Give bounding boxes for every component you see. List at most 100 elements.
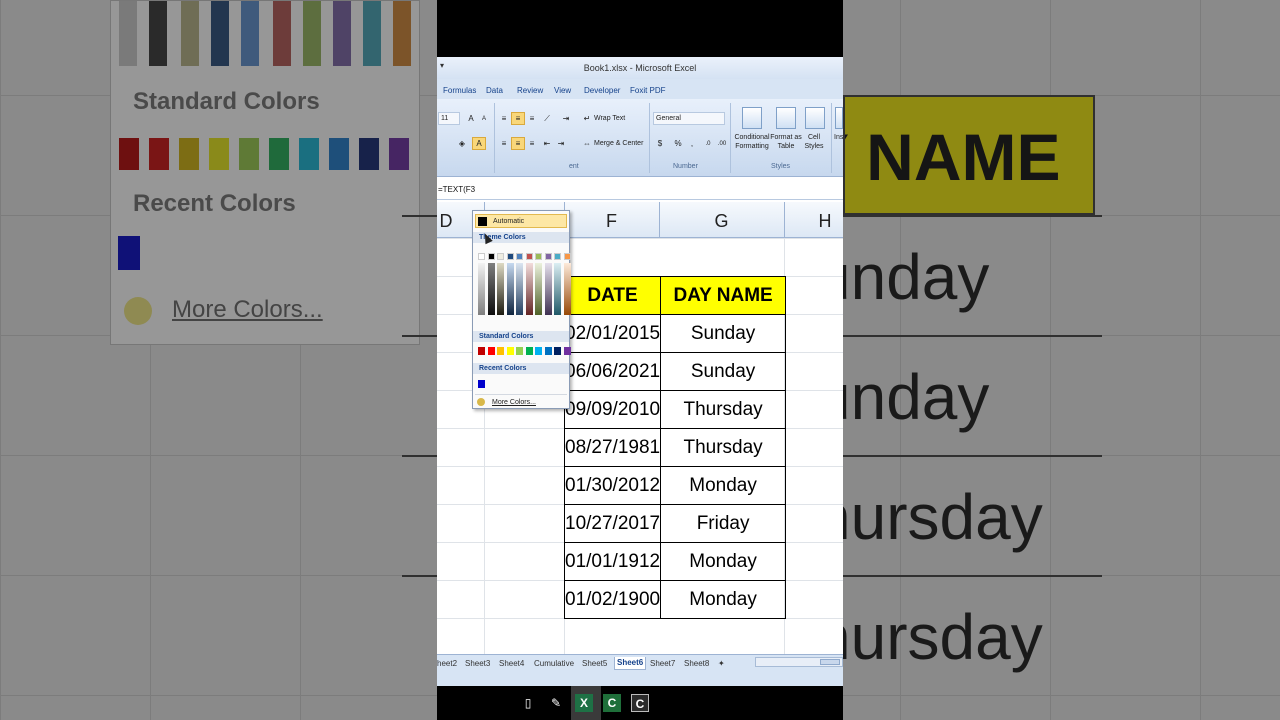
pen-tool-icon[interactable]: ✎	[547, 694, 565, 712]
theme-shade-swatch[interactable]	[563, 263, 571, 315]
day-cell[interactable]: Sunday	[660, 352, 787, 391]
insert-button[interactable]: Ins	[834, 133, 843, 142]
shrink-font-icon[interactable]: A	[477, 112, 491, 125]
font-size-select[interactable]: 11	[438, 112, 460, 125]
theme-swatch[interactable]	[487, 253, 495, 260]
wrap-text-icon[interactable]: ↵	[580, 112, 594, 125]
tab-foxit-pdf[interactable]: Foxit PDF	[630, 86, 666, 95]
orientation-icon[interactable]: ⟋	[540, 112, 554, 125]
align-top-icon[interactable]: ≡	[497, 112, 511, 125]
theme-swatch[interactable]	[535, 253, 542, 260]
date-cell[interactable]: 10/27/2017	[563, 504, 662, 543]
standard-swatch[interactable]	[525, 347, 533, 355]
standard-swatch[interactable]	[563, 347, 571, 355]
formula-bar[interactable]: =TEXT(F3	[437, 178, 843, 200]
standard-swatch[interactable]	[478, 347, 485, 355]
sheet-tab-active[interactable]: Sheet6	[614, 657, 647, 670]
day-cell[interactable]: Monday	[660, 466, 787, 505]
align-bottom-icon[interactable]: ≡	[525, 112, 539, 125]
day-cell[interactable]: Thursday	[660, 428, 787, 467]
percent-button[interactable]: %	[671, 137, 685, 150]
sheet-tab[interactable]: Sheet5	[582, 659, 607, 668]
theme-shade-swatch[interactable]	[535, 263, 542, 315]
scroll-thumb[interactable]	[820, 659, 840, 665]
day-cell[interactable]: Sunday	[660, 314, 787, 353]
format-as-table-icon[interactable]	[776, 107, 796, 129]
increase-indent-icon[interactable]: ⇥	[554, 137, 568, 150]
day-cell[interactable]: Thursday	[660, 390, 787, 429]
standard-swatch[interactable]	[506, 347, 514, 355]
merge-center-button[interactable]: Merge & Center	[594, 140, 643, 147]
more-colors-option[interactable]: More Colors...	[475, 394, 567, 407]
decrease-indent-icon[interactable]: ⇤	[540, 137, 554, 150]
day-cell[interactable]: Friday	[660, 504, 787, 543]
date-cell[interactable]: 09/09/2010	[563, 390, 662, 429]
date-cell[interactable]: 01/01/1912	[563, 542, 662, 581]
number-format-select[interactable]: General	[653, 112, 725, 125]
standard-swatch[interactable]	[497, 347, 504, 355]
standard-swatch[interactable]	[544, 347, 552, 355]
conditional-formatting-button[interactable]: Conditional Formatting	[730, 133, 774, 151]
cell-styles-icon[interactable]	[805, 107, 825, 129]
decrease-decimal-icon[interactable]: .00	[715, 137, 729, 150]
insert-icon[interactable]	[835, 107, 843, 129]
wrap-text-button[interactable]: Wrap Text	[594, 115, 625, 122]
tab-review[interactable]: Review	[517, 86, 543, 95]
date-cell[interactable]: 02/01/2015	[563, 314, 662, 353]
column-header-g[interactable]: G	[659, 211, 784, 232]
cell-styles-button[interactable]: Cell Styles	[799, 133, 829, 151]
theme-swatch[interactable]	[563, 253, 571, 260]
camtasia-taskbar-icon[interactable]: C	[603, 694, 621, 712]
font-color-icon[interactable]: A	[472, 137, 486, 150]
grow-font-icon[interactable]: A	[464, 112, 478, 125]
date-cell[interactable]: 01/30/2012	[563, 466, 662, 505]
fill-color-icon[interactable]: ◈	[455, 137, 469, 150]
header-date[interactable]: DATE	[563, 276, 662, 315]
standard-swatch[interactable]	[487, 347, 495, 355]
align-left-icon[interactable]: ≡	[497, 137, 511, 150]
comma-button[interactable]: ,	[685, 137, 699, 150]
conditional-formatting-icon[interactable]	[742, 107, 762, 129]
date-cell[interactable]: 06/06/2021	[563, 352, 662, 391]
align-middle-icon[interactable]: ≡	[511, 112, 525, 125]
theme-shade-swatch[interactable]	[554, 263, 561, 315]
excel-taskbar-icon[interactable]: X	[575, 694, 593, 712]
column-header-f[interactable]: F	[564, 211, 659, 232]
header-day-name[interactable]: DAY NAME	[660, 276, 787, 315]
standard-swatch[interactable]	[554, 347, 561, 355]
tab-view[interactable]: View	[554, 86, 571, 95]
column-header-d[interactable]: D	[439, 211, 453, 232]
tab-data[interactable]: Data	[486, 86, 503, 95]
theme-swatch[interactable]	[554, 253, 561, 260]
format-as-table-button[interactable]: Format as Table	[769, 133, 803, 151]
date-cell[interactable]: 08/27/1981	[563, 428, 662, 467]
theme-swatch[interactable]	[525, 253, 533, 260]
theme-shade-swatch[interactable]	[544, 263, 552, 315]
theme-shade-swatch[interactable]	[506, 263, 514, 315]
align-right-icon[interactable]: ≡	[525, 137, 539, 150]
sheet-tab[interactable]: Sheet7	[650, 659, 675, 668]
camtasia-recorder-icon[interactable]: C	[631, 694, 649, 712]
standard-swatch[interactable]	[516, 347, 523, 355]
merge-center-icon[interactable]: ⇔	[580, 137, 594, 150]
theme-swatch[interactable]	[516, 253, 523, 260]
standard-swatch[interactable]	[535, 347, 542, 355]
sheet-tab[interactable]: Sheet8	[684, 659, 709, 668]
day-cell[interactable]: Monday	[660, 580, 787, 619]
theme-shade-swatch[interactable]	[497, 263, 504, 315]
task-view-icon[interactable]: ▯	[519, 694, 537, 712]
sheet-tab[interactable]: Sheet4	[499, 659, 524, 668]
date-cell[interactable]: 01/02/1900	[563, 580, 662, 619]
indent-icon[interactable]: ⇥	[559, 112, 573, 125]
automatic-color-option[interactable]: Automatic	[475, 214, 567, 228]
theme-shade-swatch[interactable]	[487, 263, 495, 315]
theme-swatch[interactable]	[506, 253, 514, 260]
theme-swatch[interactable]	[478, 253, 485, 260]
theme-shade-swatch[interactable]	[478, 263, 485, 315]
currency-button[interactable]: $	[653, 137, 667, 150]
sheet-tab[interactable]: Sheet3	[465, 659, 490, 668]
horizontal-scrollbar[interactable]	[755, 657, 843, 667]
theme-shade-swatch[interactable]	[525, 263, 533, 315]
align-center-icon[interactable]: ≡	[511, 137, 525, 150]
insert-sheet-icon[interactable]: ✦	[718, 659, 725, 668]
